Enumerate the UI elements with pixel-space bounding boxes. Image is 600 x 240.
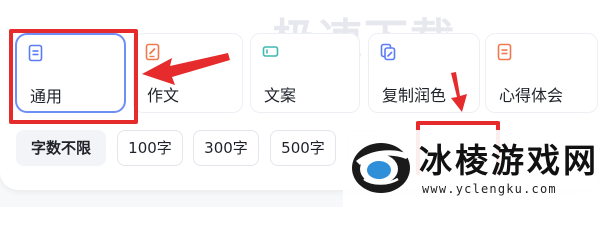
card-reflections[interactable]: 心得体会 [485,33,598,113]
screenshot-stage: 极速下载 通用 作文 文案 复制润色 心得体会 字数不限 100字 300字 5… [0,0,600,207]
logo-icon [352,143,410,193]
annotation-highlight-box [9,29,138,124]
chip-500[interactable]: 500字 [270,130,336,166]
card-label: 作文 [147,86,180,105]
tag-icon [262,46,279,57]
chip-unlimited[interactable]: 字数不限 [16,130,106,166]
card-label: 心得体会 [499,86,564,105]
card-copy-polish[interactable]: 复制润色 [368,33,480,113]
copy-edit-icon [380,43,396,61]
card-label: 复制润色 [382,86,447,105]
site-logo-watermark: 冰棱游戏网 www.yclengku.com [343,130,600,207]
card-essay[interactable]: 作文 [133,33,243,113]
chip-100[interactable]: 100字 [117,130,183,166]
card-label: 文案 [264,86,297,105]
logo-url: www.yclengku.com [422,182,557,196]
chip-300[interactable]: 300字 [193,130,259,166]
card-copywriting[interactable]: 文案 [250,33,360,113]
notes-icon [497,43,512,61]
logo-name: 冰棱游戏网 [419,141,599,180]
edit-document-icon [145,43,160,61]
